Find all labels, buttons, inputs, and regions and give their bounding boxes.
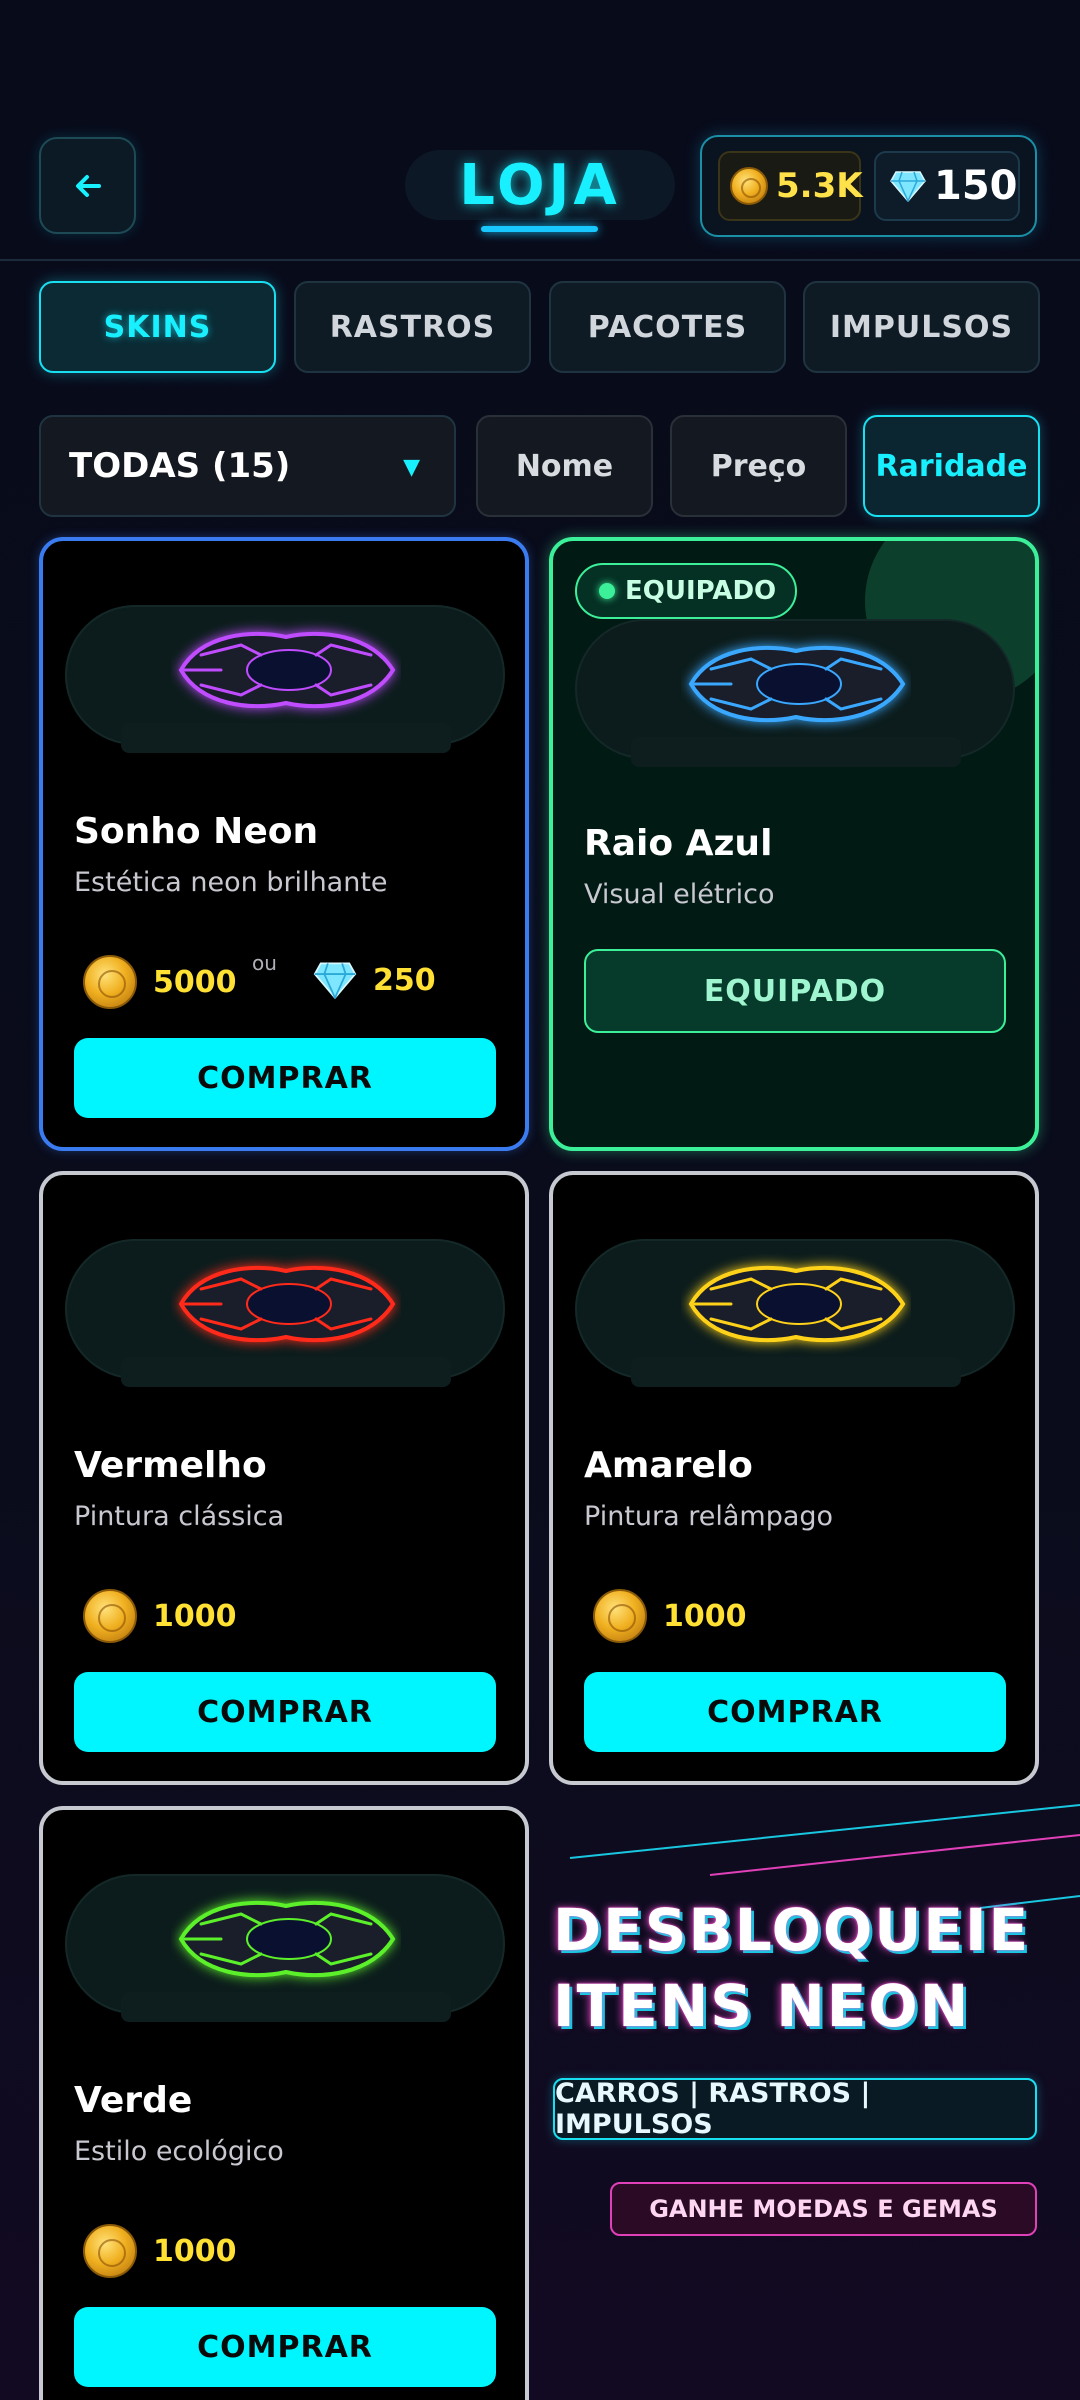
equipped-badge-label: EQUIPADO [625,576,777,606]
page-title: LOJA [459,152,621,218]
item-name: Raio Azul [584,823,773,864]
buy-button[interactable]: COMPRAR [74,1672,496,1752]
item-card[interactable]: Verde Estilo ecológico 1000 COMPRAR [39,1806,529,2400]
gem-icon [890,170,926,202]
item-card[interactable]: Vermelho Pintura clássica 1000 COMPRAR [39,1171,529,1785]
item-description: Pintura relâmpago [584,1501,834,1532]
coin-price: 1000 [593,1589,747,1643]
car-skin-icon [688,645,906,723]
arrow-left-icon [75,174,101,197]
coin-balance-value: 5.3K [776,166,863,206]
item-description: Estética neon brilhante [74,867,388,898]
gem-price-value: 250 [373,962,436,998]
display-pad-base [121,1992,451,2022]
coin-price-value: 5000 [153,964,237,1000]
page-title-wrap: LOJA [405,150,675,220]
promo-headline-line2: ITENS NEON [553,1972,971,2040]
item-description: Estilo ecológico [74,2136,284,2167]
display-pad-base [121,1357,451,1387]
gem-balance[interactable]: 150 [874,151,1020,221]
car-skin-icon [688,1265,906,1343]
buy-button[interactable]: COMPRAR [74,2307,496,2387]
buy-button[interactable]: COMPRAR [74,1038,496,1118]
item-name: Verde [74,2080,193,2121]
item-description: Visual elétrico [584,879,775,910]
gem-price: 250 [313,961,436,999]
item-name: Vermelho [74,1445,267,1486]
sort-price-button[interactable]: Preço [670,415,847,517]
coin-balance[interactable]: 5.3K [718,151,863,221]
coin-price: 1000 [83,2224,237,2278]
coin-price-value: 1000 [153,2233,237,2269]
coin-icon [83,2224,137,2278]
status-dot-icon [599,583,615,599]
gem-balance-value: 150 [934,163,1018,209]
title-underline [481,226,598,232]
header-divider [0,259,1080,261]
item-description: Pintura clássica [74,1501,285,1532]
equipped-badge: EQUIPADO [575,563,797,619]
promo-categories-tag: CARROS | RASTROS | IMPULSOS [553,2078,1037,2140]
car-skin-icon [178,631,396,709]
back-button[interactable] [39,137,136,234]
car-skin-icon [178,1900,396,1978]
tab-skins[interactable]: SKINS [39,281,276,373]
equipped-button[interactable]: EQUIPADO [584,949,1006,1033]
category-filter-value: TODAS (15) [69,446,291,486]
buy-button[interactable]: COMPRAR [584,1672,1006,1752]
or-label: ou [252,951,277,975]
display-pad-base [631,737,961,767]
item-name: Amarelo [584,1445,753,1486]
item-name: Sonho Neon [74,811,319,852]
gem-icon [313,961,357,999]
coin-icon [730,167,768,205]
promo-earn-pill[interactable]: GANHE MOEDAS E GEMAS [610,2182,1037,2236]
coin-price: 5000 [83,955,237,1009]
tab-pacotes[interactable]: PACOTES [549,281,786,373]
promo-headline-line1: DESBLOQUEIE [553,1896,1031,1964]
item-card[interactable]: Sonho Neon Estética neon brilhante 5000 … [39,537,529,1151]
coin-price-value: 1000 [153,1598,237,1634]
coin-price-value: 1000 [663,1598,747,1634]
sort-name-button[interactable]: Nome [476,415,653,517]
coin-icon [593,1589,647,1643]
category-filter-select[interactable]: TODAS (15) ▼ [39,415,456,517]
tab-rastros[interactable]: RASTROS [294,281,531,373]
sort-rarity-button[interactable]: Raridade [863,415,1040,517]
item-card-equipped[interactable]: EQUIPADO Raio Azul Visual elétrico EQUIP… [549,537,1039,1151]
car-skin-icon [178,1265,396,1343]
chevron-down-icon: ▼ [403,455,420,480]
tab-impulsos[interactable]: IMPULSOS [803,281,1040,373]
item-card[interactable]: Amarelo Pintura relâmpago 1000 COMPRAR [549,1171,1039,1785]
coin-icon [83,1589,137,1643]
display-pad-base [631,1357,961,1387]
coin-icon [83,955,137,1009]
coin-price: 1000 [83,1589,237,1643]
display-pad-base [121,723,451,753]
